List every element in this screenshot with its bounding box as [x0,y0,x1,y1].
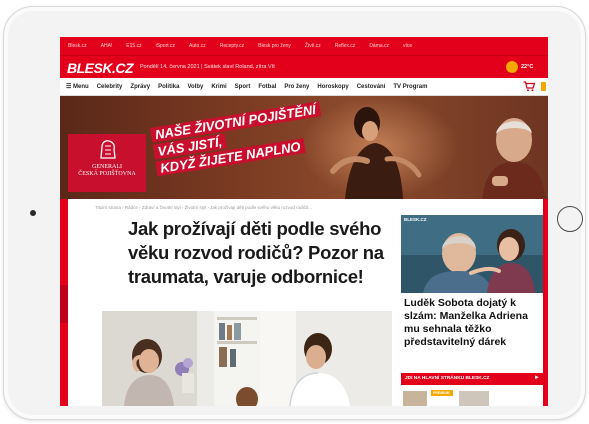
nav-item-horoskopy[interactable]: Horoskopy [317,84,348,90]
nav-item-politika[interactable]: Politika [158,84,179,90]
network-link[interactable]: Blesk.cz [68,43,87,49]
network-link[interactable]: Auto.cz [189,43,206,49]
nav-item-celebrity[interactable]: Celebrity [97,84,123,90]
main-nav: ☰ Menu Celebrity Zprávy Politika Volby K… [60,78,548,96]
older-man-image [482,118,546,199]
tablet-frame: Blesk.cz AHA! E15.cz iSport.cz Auto.cz R… [3,6,586,420]
temperature: 22°C [521,64,534,70]
nav-item-krimi[interactable]: Krimi [211,84,226,90]
cta-label: JDI NA HLAVNÍ STRÁNKU BLESK.CZ [405,376,490,381]
network-link[interactable]: AHA! [101,43,113,49]
weather-widget[interactable]: 22°C [506,61,533,73]
cart-accent [541,82,546,91]
nav-item-cestovani[interactable]: Cestování [357,84,386,90]
teaser-thumbnail[interactable] [403,391,427,406]
menu-button[interactable]: ☰ Menu [66,83,89,90]
network-link[interactable]: Recepty.cz [220,43,244,49]
article-photo [102,311,392,406]
generali-logo-box: GENERALI ČESKÁ POJIŠŤOVNA [68,134,146,192]
breadcrumb[interactable]: Titulní strana › Rádce › Zdraví a životn… [95,205,495,210]
article-headline: Jak prožívají děti podle svého věku rozv… [128,218,384,287]
nav-item-zpravy[interactable]: Zprávy [130,84,150,90]
network-links-bar: Blesk.cz AHA! E15.cz iSport.cz Auto.cz R… [60,37,548,55]
premium-label: PREMIUM [433,391,450,395]
site-logo[interactable]: BLESK.CZ [67,60,134,76]
right-skin-rail [543,199,548,406]
sun-icon [506,61,518,73]
network-link-more[interactable]: více [403,43,412,49]
network-link[interactable]: Blesk pro ženy [258,43,291,49]
premium-badge: PREMIUM [431,390,453,396]
nav-item-tv-program[interactable]: TV Program [393,84,427,90]
article-content: Titulní strana › Rádce › Zdraví a životn… [68,199,543,406]
nav-item-sport[interactable]: Sport [235,84,251,90]
network-link[interactable]: Živě.cz [305,43,321,49]
ad-slogan-line: NAŠE ŽIVOTNÍ POJIŠTĚNÍ [150,101,321,143]
screen: Blesk.cz AHA! E15.cz iSport.cz Auto.cz R… [60,37,548,406]
sidebar-headline[interactable]: Luděk Sobota dojatý k slzám: Manželka Ad… [404,297,540,349]
cart-icon[interactable] [523,81,535,92]
network-link[interactable]: iSport.cz [156,43,175,49]
dancing-couple-image [330,107,422,199]
brand-bar: BLESK.CZ Pondělí 14. června 2021 | Sváte… [60,55,548,78]
teaser-thumbnail-2[interactable] [459,391,489,406]
generali-company-name: GENERALI ČESKÁ POJIŠŤOVNA [78,164,136,177]
nav-item-pro-zeny[interactable]: Pro ženy [284,84,309,90]
date-line: Pondělí 14. června 2021 | Svátek slaví R… [140,64,275,70]
left-skin-accent [60,285,68,323]
camera-dot [30,210,36,216]
home-button[interactable] [557,206,583,232]
network-link[interactable]: Dáma.cz [369,43,389,49]
generali-ad-banner[interactable]: GENERALI ČESKÁ POJIŠŤOVNA NAŠE ŽIVOTNÍ P… [60,96,548,199]
generali-lion-icon [100,140,116,159]
sidebar-tag: BLESK.CZ [404,217,427,222]
main-page-cta-button[interactable]: JDI NA HLAVNÍ STRÁNKU BLESK.CZ ► [401,373,543,385]
sidebar-photo[interactable] [401,215,543,293]
arrow-right-icon: ► [534,375,540,381]
network-link[interactable]: Reflex.cz [335,43,356,49]
nav-item-volby[interactable]: Volby [187,84,203,90]
network-link[interactable]: E15.cz [126,43,141,49]
nav-item-fotbal[interactable]: Fotbal [258,84,276,90]
